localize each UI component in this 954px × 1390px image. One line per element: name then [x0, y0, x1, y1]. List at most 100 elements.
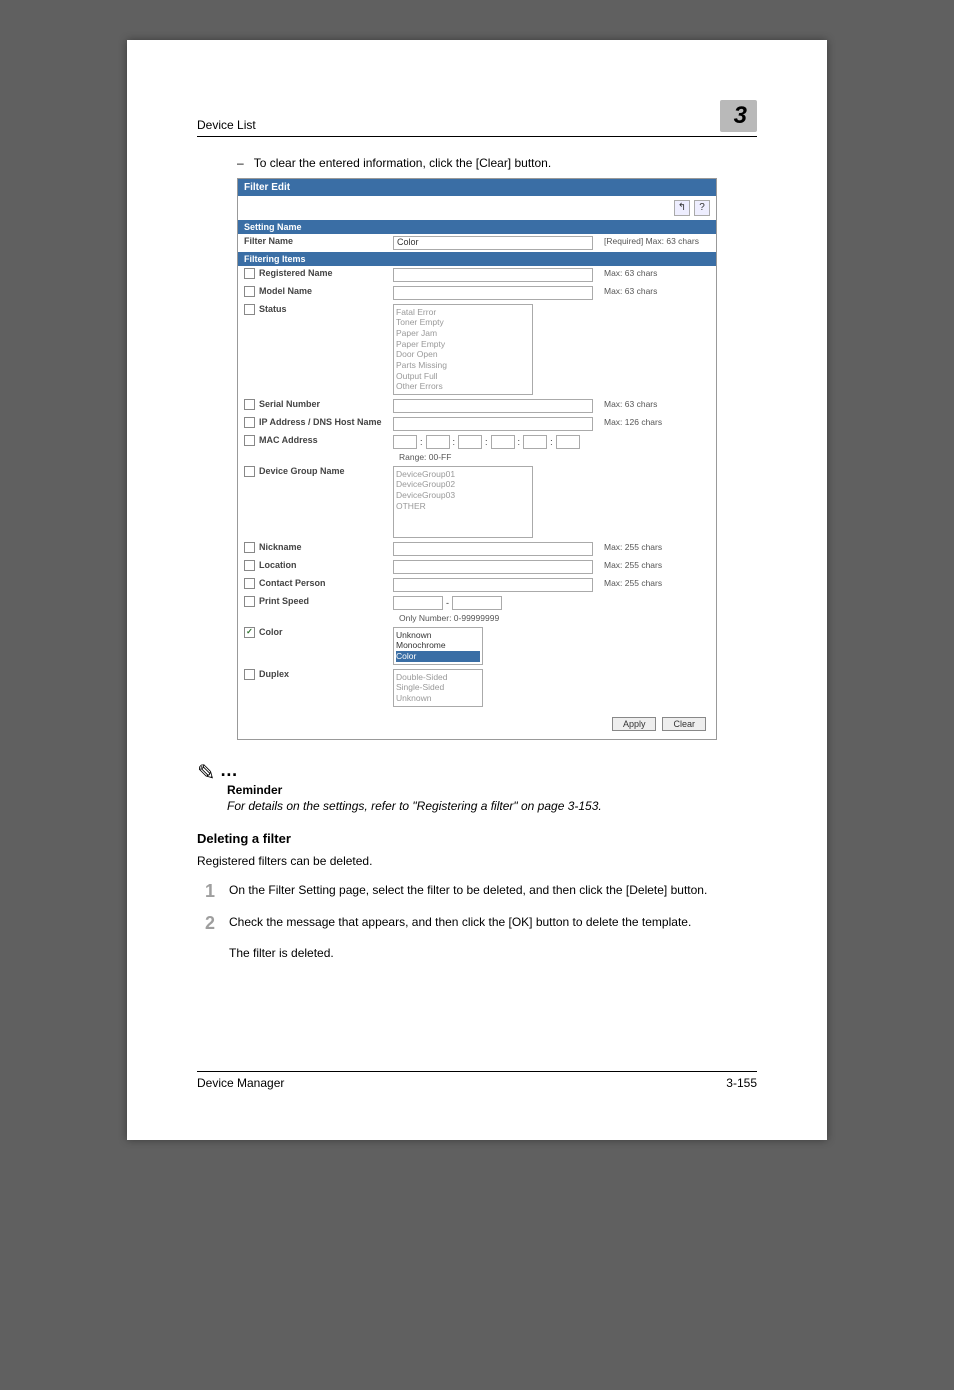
mac-oct-5[interactable] [523, 435, 547, 449]
pencil-icon: ✎ [197, 762, 215, 784]
input-print-speed-from[interactable] [393, 596, 443, 610]
input-ip-dns[interactable] [393, 417, 593, 431]
apply-button[interactable]: Apply [612, 717, 657, 731]
duplex-opt-0[interactable]: Double-Sided [396, 672, 480, 683]
cb-contact[interactable] [244, 578, 255, 589]
cb-print-speed[interactable] [244, 596, 255, 607]
row-ip-dns: IP Address / DNS Host Name Max: 126 char… [238, 415, 716, 433]
row-registered-name: Registered Name Max: 63 chars [238, 266, 716, 284]
status-opt-5[interactable]: Parts Missing [396, 360, 530, 371]
duplex-opt-2[interactable]: Unknown [396, 693, 480, 704]
note-dots: … [220, 760, 240, 780]
toolbar: ↰ ? [238, 196, 716, 220]
step-result: The filter is deleted. [229, 946, 757, 960]
status-opt-0[interactable]: Fatal Error [396, 307, 530, 318]
row-model-name: Model Name Max: 63 chars [238, 284, 716, 302]
row-status: Status Fatal Error Toner Empty Paper Jam… [238, 302, 716, 397]
hint-ip-dns: Max: 126 chars [600, 417, 710, 427]
row-print-speed: Print Speed - Only Number: 0-99999999 [238, 594, 716, 625]
cb-mac[interactable] [244, 435, 255, 446]
input-filter-name[interactable]: Color [393, 236, 593, 250]
status-opt-2[interactable]: Paper Jam [396, 328, 530, 339]
cb-model-name[interactable] [244, 286, 255, 297]
hint-model-name: Max: 63 chars [600, 286, 710, 296]
dg-opt-3[interactable]: OTHER [396, 501, 530, 512]
mac-oct-4[interactable] [491, 435, 515, 449]
row-location: Location Max: 255 chars [238, 558, 716, 576]
dg-opt-2[interactable]: DeviceGroup03 [396, 490, 530, 501]
row-duplex: Duplex Double-Sided Single-Sided Unknown [238, 667, 716, 709]
print-speed-range: Only Number: 0-99999999 [399, 613, 499, 623]
dg-opt-0[interactable]: DeviceGroup01 [396, 469, 530, 480]
cb-nickname[interactable] [244, 542, 255, 553]
status-opt-4[interactable]: Door Open [396, 349, 530, 360]
status-opt-7[interactable]: Other Errors [396, 381, 530, 392]
dg-opt-1[interactable]: DeviceGroup02 [396, 479, 530, 490]
listbox-device-group[interactable]: DeviceGroup01 DeviceGroup02 DeviceGroup0… [393, 466, 533, 538]
row-device-group: Device Group Name DeviceGroup01 DeviceGr… [238, 464, 716, 540]
bullet-text: To clear the entered information, click … [254, 155, 552, 172]
mac-oct-1[interactable] [393, 435, 417, 449]
bullet-dash: – [237, 155, 244, 172]
mac-oct-3[interactable] [458, 435, 482, 449]
input-registered-name[interactable] [393, 268, 593, 282]
row-serial-number: Serial Number Max: 63 chars [238, 397, 716, 415]
help-icon[interactable]: ? [694, 200, 710, 216]
chapter-marker: 3 [720, 100, 757, 132]
cb-ip-dns[interactable] [244, 417, 255, 428]
label-model-name: Model Name [259, 286, 312, 296]
label-nickname: Nickname [259, 542, 302, 552]
input-contact[interactable] [393, 578, 593, 592]
step-1: 1 On the Filter Setting page, select the… [197, 882, 757, 900]
listbox-duplex[interactable]: Double-Sided Single-Sided Unknown [393, 669, 483, 707]
color-opt-2[interactable]: Color [396, 651, 480, 662]
hint-location: Max: 255 chars [600, 560, 710, 570]
input-print-speed-to[interactable] [452, 596, 502, 610]
back-icon[interactable]: ↰ [674, 200, 690, 216]
step-1-text: On the Filter Setting page, select the f… [229, 882, 757, 900]
cb-location[interactable] [244, 560, 255, 571]
label-print-speed: Print Speed [259, 596, 309, 606]
section-filtering-items: Filtering Items [238, 252, 716, 266]
row-color: ✓ Color Unknown Monochrome Color [238, 625, 716, 667]
header-rule [197, 136, 757, 137]
cb-status[interactable] [244, 304, 255, 315]
footer-rule [197, 1071, 757, 1072]
color-opt-0[interactable]: Unknown [396, 630, 480, 641]
input-model-name[interactable] [393, 286, 593, 300]
running-head: Device List [197, 118, 256, 132]
status-opt-6[interactable]: Output Full [396, 371, 530, 382]
color-opt-1[interactable]: Monochrome [396, 640, 480, 651]
filter-edit-screenshot: Filter Edit ↰ ? Setting Name Filter Name… [237, 178, 717, 740]
cb-device-group[interactable] [244, 466, 255, 477]
cb-color[interactable]: ✓ [244, 627, 255, 638]
listbox-color[interactable]: Unknown Monochrome Color [393, 627, 483, 665]
label-registered-name: Registered Name [259, 268, 333, 278]
section-setting-name: Setting Name [238, 220, 716, 234]
row-nickname: Nickname Max: 255 chars [238, 540, 716, 558]
listbox-status[interactable]: Fatal Error Toner Empty Paper Jam Paper … [393, 304, 533, 395]
clear-button[interactable]: Clear [662, 717, 706, 731]
row-mac: MAC Address : : : : : Range: 00-FF [238, 433, 716, 464]
row-filter-name: Filter Name Color [Required] Max: 63 cha… [238, 234, 716, 252]
input-nickname[interactable] [393, 542, 593, 556]
step-1-number: 1 [197, 882, 215, 900]
cb-duplex[interactable] [244, 669, 255, 680]
mac-oct-2[interactable] [426, 435, 450, 449]
cb-registered-name[interactable] [244, 268, 255, 279]
hint-serial-number: Max: 63 chars [600, 399, 710, 409]
status-opt-1[interactable]: Toner Empty [396, 317, 530, 328]
status-opt-3[interactable]: Paper Empty [396, 339, 530, 350]
input-serial-number[interactable] [393, 399, 593, 413]
reminder-heading: Reminder [227, 783, 757, 797]
label-location: Location [259, 560, 297, 570]
input-location[interactable] [393, 560, 593, 574]
label-status: Status [259, 304, 287, 314]
cb-serial-number[interactable] [244, 399, 255, 410]
mac-oct-6[interactable] [556, 435, 580, 449]
step-2-text: Check the message that appears, and then… [229, 914, 757, 932]
deleting-intro: Registered filters can be deleted. [197, 854, 757, 868]
footer-right: 3-155 [726, 1076, 757, 1090]
duplex-opt-1[interactable]: Single-Sided [396, 682, 480, 693]
label-filter-name: Filter Name [244, 236, 389, 246]
